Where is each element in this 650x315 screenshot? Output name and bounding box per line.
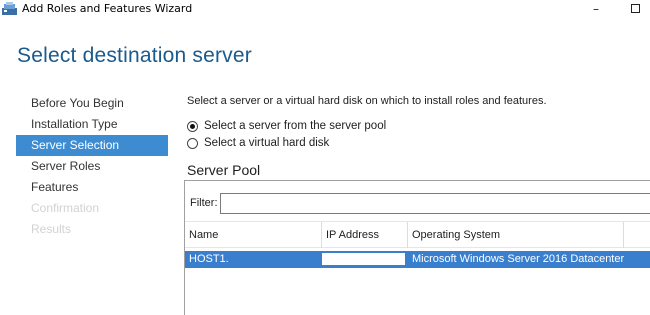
intro-text: Select a server or a virtual hard disk o…	[187, 95, 547, 107]
server-pool-panel: Filter: Name IP Address Operating System…	[184, 180, 650, 315]
cell-name: HOST1.	[189, 253, 229, 265]
redacted-ip-block	[322, 253, 405, 265]
nav-item-before-you-begin[interactable]: Before You Begin	[16, 93, 168, 114]
option-virtual-hard-disk-label: Select a virtual hard disk	[204, 137, 330, 149]
filter-input[interactable]	[220, 193, 650, 214]
grid-header: Name IP Address Operating System	[185, 221, 650, 248]
nav-item-features[interactable]: Features	[16, 177, 168, 198]
column-header-ip-address[interactable]: IP Address	[322, 222, 408, 248]
server-pool-heading: Server Pool	[187, 162, 261, 178]
cell-ip-address	[322, 251, 408, 268]
filter-label: Filter:	[190, 197, 218, 209]
option-virtual-hard-disk[interactable]: Select a virtual hard disk	[187, 135, 329, 151]
nav-item-server-selection[interactable]: Server Selection	[16, 135, 168, 156]
column-header-name[interactable]: Name	[185, 222, 322, 248]
server-manager-icon	[2, 2, 17, 15]
server-grid: Name IP Address Operating System HOST1. …	[185, 221, 650, 268]
wizard-nav: Before You Begin Installation Type Serve…	[16, 93, 168, 240]
nav-item-server-roles[interactable]: Server Roles	[16, 156, 168, 177]
option-server-pool-label: Select a server from the server pool	[204, 120, 387, 132]
radio-server-pool[interactable]	[187, 120, 198, 132]
nav-item-results: Results	[31, 222, 72, 236]
window-title: Add Roles and Features Wizard	[22, 2, 193, 15]
table-row[interactable]: HOST1. Microsoft Windows Server 2016 Dat…	[185, 251, 650, 268]
cell-operating-system: Microsoft Windows Server 2016 Datacenter	[412, 253, 625, 265]
nav-item-installation-type[interactable]: Installation Type	[16, 114, 168, 135]
nav-item-confirmation: Confirmation	[31, 201, 100, 215]
option-server-pool[interactable]: Select a server from the server pool	[187, 118, 386, 134]
content-pane: Select a server or a virtual hard disk o…	[184, 0, 650, 315]
radio-virtual-hard-disk[interactable]	[187, 137, 198, 149]
column-header-operating-system[interactable]: Operating System	[408, 222, 624, 248]
